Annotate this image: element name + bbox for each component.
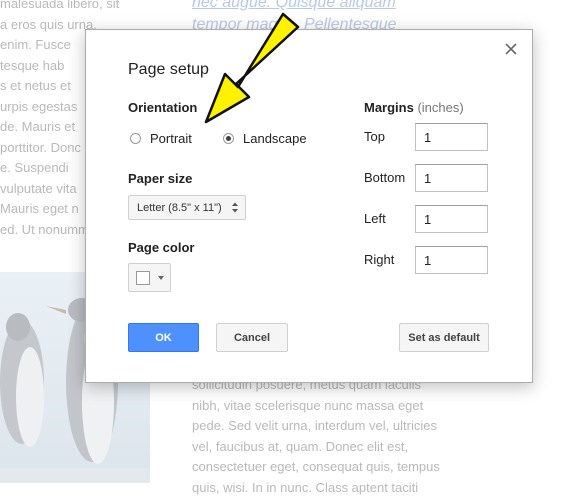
set-as-default-button[interactable]: Set as default [399, 323, 489, 352]
landscape-radio[interactable] [223, 133, 234, 144]
background-bottom-text: sollicitudin posuere, metus quam iaculis… [192, 375, 492, 499]
landscape-label: Landscape [243, 131, 307, 146]
paper-size-select[interactable]: Letter (8.5" x 11") [128, 195, 246, 220]
paper-size-label: Paper size [128, 171, 193, 186]
bg-line: pede. Sed velit urna, interdum vel, ultr… [192, 418, 437, 434]
margin-top-label: Top [364, 129, 385, 144]
margin-left-input[interactable] [415, 205, 488, 233]
margin-bottom-input[interactable] [415, 164, 488, 192]
page-setup-dialog: Page setup Orientation Portrait Landscap… [85, 29, 533, 383]
portrait-label: Portrait [150, 131, 192, 146]
margins-unit: (inches) [417, 100, 464, 115]
margins-title: Margins [364, 100, 414, 115]
paper-size-value: Letter (8.5" x 11") [137, 201, 222, 214]
bg-line: consectetuer eget, consequat quis, tempu… [192, 459, 440, 475]
margin-bottom-label: Bottom [364, 170, 406, 185]
bg-line: malesuada libero, sit [0, 0, 120, 11]
chevron-down-icon [158, 276, 164, 280]
portrait-option[interactable]: Portrait [130, 131, 192, 146]
color-swatch [136, 271, 150, 285]
bg-line: nec augue. Quisque aliquam [192, 0, 396, 11]
close-icon[interactable] [504, 42, 518, 56]
portrait-radio[interactable] [130, 133, 141, 144]
margin-right-label: Right [364, 252, 395, 267]
margin-right-input[interactable] [415, 246, 488, 274]
margins-label: Margins (inches) [364, 100, 464, 115]
dialog-title: Page setup [128, 61, 209, 78]
page-color-picker[interactable] [128, 263, 171, 292]
page-color-label: Page color [128, 240, 195, 255]
updown-arrows-icon [231, 201, 239, 217]
orientation-label: Orientation [128, 100, 198, 115]
margin-left-label: Left [364, 211, 386, 226]
bg-line: nibh, vitae scelerisque nunc massa eget [192, 397, 424, 413]
landscape-option[interactable]: Landscape [223, 131, 307, 146]
bg-line: vel, faucibus at, quam. Donec elit est, [192, 438, 409, 454]
cancel-button[interactable]: Cancel [216, 323, 288, 352]
ok-button[interactable]: OK [128, 323, 199, 352]
bg-line: quis, wisi. In in nunc. Class aptent tac… [192, 479, 419, 495]
margin-top-input[interactable] [415, 123, 488, 151]
